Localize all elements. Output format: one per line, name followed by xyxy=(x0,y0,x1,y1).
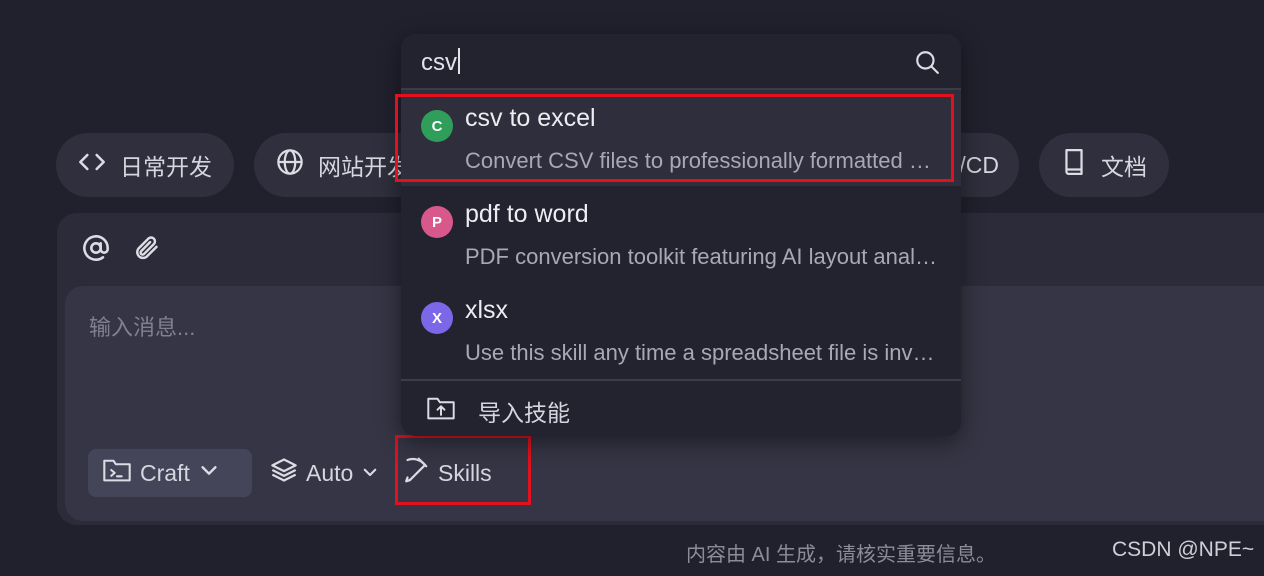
auto-model-button[interactable]: Auto xyxy=(270,449,379,497)
book-icon xyxy=(1061,148,1087,182)
skill-title: pdf to word xyxy=(465,200,589,228)
selected-skill-highlight-box xyxy=(395,94,954,182)
folder-upload-icon xyxy=(426,395,456,426)
chip-label: 文档 xyxy=(1101,154,1147,180)
skill-item-pdf-to-word[interactable]: P pdf to word PDF conversion toolkit fea… xyxy=(401,186,961,282)
import-skill-label: 导入技能 xyxy=(478,400,570,426)
skill-badge: P xyxy=(421,206,453,238)
watermark: CSDN @NPE~ xyxy=(1112,538,1255,561)
craft-button[interactable]: Craft xyxy=(88,449,252,497)
skill-badge: X xyxy=(421,302,453,334)
skill-description: Use this skill any time a spreadsheet fi… xyxy=(465,340,943,365)
layers-icon xyxy=(270,456,298,490)
skill-title: xlsx xyxy=(465,296,509,324)
auto-label: Auto xyxy=(306,459,354,486)
composer-toolbar xyxy=(82,234,160,262)
chevron-down-icon xyxy=(198,459,220,487)
attachment-icon[interactable] xyxy=(132,234,160,262)
chip-label: 日常开发 xyxy=(120,154,212,180)
chip-daily-dev[interactable]: 日常开发 xyxy=(56,133,234,197)
search-icon xyxy=(914,49,940,80)
globe-icon xyxy=(276,148,304,182)
skill-description: PDF conversion toolkit featuring AI layo… xyxy=(465,244,943,269)
chip-docs[interactable]: 文档 xyxy=(1039,133,1169,197)
folder-terminal-icon xyxy=(102,457,132,489)
import-skill-button[interactable]: 导入技能 xyxy=(401,381,961,436)
chevron-down-icon xyxy=(361,460,379,487)
skill-item-xlsx[interactable]: X xlsx Use this skill any time a spreads… xyxy=(401,282,961,378)
skills-highlight-box xyxy=(395,435,531,505)
craft-label: Craft xyxy=(140,459,190,486)
mention-icon[interactable] xyxy=(82,234,110,262)
skill-search-query: csv xyxy=(421,48,460,77)
skill-search-field[interactable]: csv xyxy=(401,34,961,90)
code-icon xyxy=(78,148,106,182)
message-placeholder: 输入消息... xyxy=(89,315,196,340)
ai-disclaimer: 内容由 AI 生成，请核实重要信息。 xyxy=(686,544,997,566)
